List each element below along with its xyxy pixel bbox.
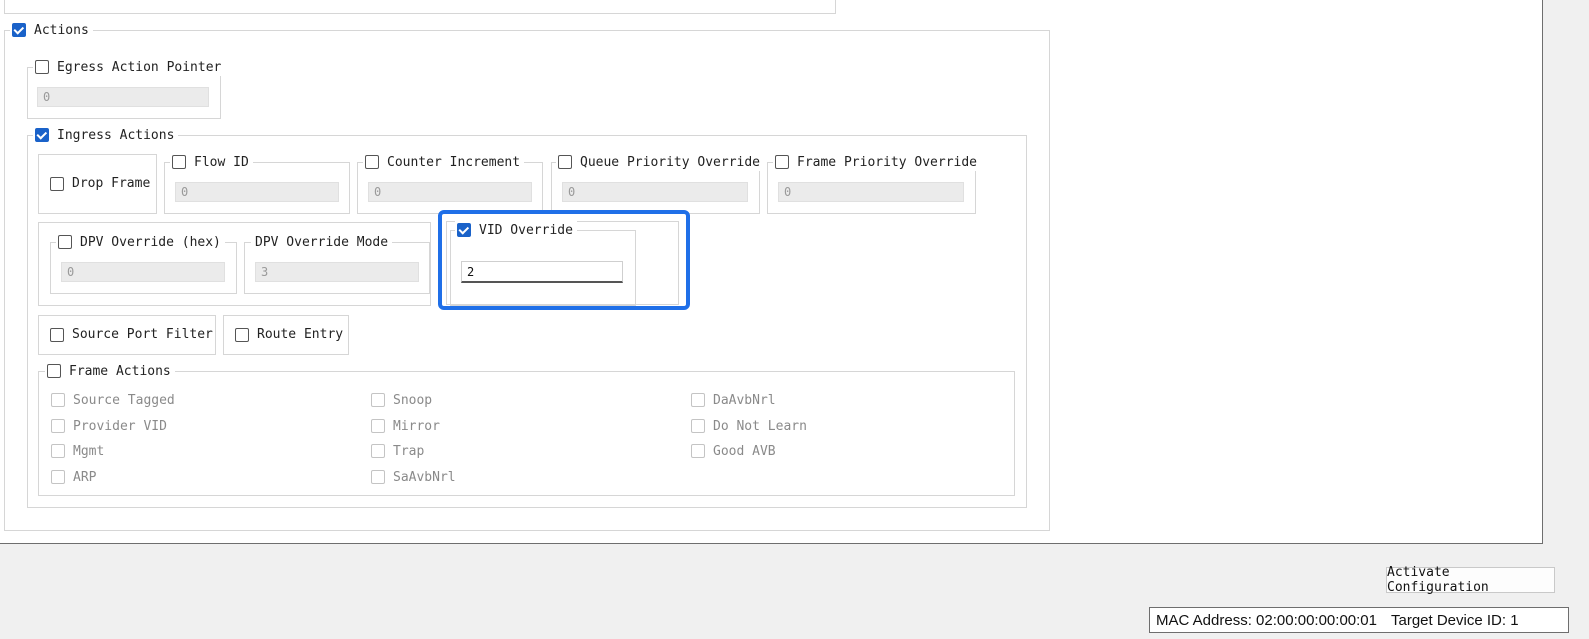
arp-checkbox[interactable] xyxy=(51,470,65,484)
counter-increment-input[interactable]: 0 xyxy=(368,182,532,202)
actions-label: Actions xyxy=(34,22,89,38)
queue-priority-input[interactable]: 0 xyxy=(562,182,748,202)
source-port-filter-label: Source Port Filter xyxy=(72,327,213,342)
frame-action-do-not-learn[interactable]: Do Not Learn xyxy=(691,417,807,435)
queue-priority-checkbox[interactable] xyxy=(558,155,572,169)
dpv-mode-input[interactable]: 3 xyxy=(255,262,419,282)
frame-actions-group xyxy=(38,371,1015,496)
queue-priority-header[interactable]: Queue Priority Override xyxy=(556,153,765,171)
frame-actions-header[interactable]: Frame Actions xyxy=(45,362,175,380)
frame-action-provider-vid[interactable]: Provider VID xyxy=(51,417,167,435)
frame-priority-checkbox[interactable] xyxy=(775,155,789,169)
frame-priority-label: Frame Priority Override xyxy=(797,154,978,170)
dpv-hex-label: DPV Override (hex) xyxy=(80,234,221,250)
egress-checkbox[interactable] xyxy=(35,60,49,74)
ingress-header[interactable]: Ingress Actions xyxy=(33,126,179,144)
mirror-label: Mirror xyxy=(393,418,440,434)
flow-id-header[interactable]: Flow ID xyxy=(170,153,253,171)
dpv-hex-input[interactable]: 0 xyxy=(61,262,225,282)
do-not-learn-checkbox[interactable] xyxy=(691,419,705,433)
saavbnrl-label: SaAvbNrl xyxy=(393,469,456,485)
drop-frame-checkbox[interactable] xyxy=(50,176,64,191)
snoop-checkbox[interactable] xyxy=(371,393,385,407)
mgmt-checkbox[interactable] xyxy=(51,444,65,458)
counter-increment-checkbox[interactable] xyxy=(365,155,379,169)
arp-label: ARP xyxy=(73,469,97,485)
actions-checkbox[interactable] xyxy=(12,23,26,37)
frame-actions-checkbox[interactable] xyxy=(47,364,61,378)
mgmt-label: Mgmt xyxy=(73,443,105,459)
daavbnrl-label: DaAvbNrl xyxy=(713,392,776,408)
egress-input[interactable]: 0 xyxy=(37,87,209,107)
dpv-hex-header[interactable]: DPV Override (hex) xyxy=(56,233,225,251)
source-port-filter-option[interactable]: Source Port Filter xyxy=(50,327,213,342)
frame-action-mgmt[interactable]: Mgmt xyxy=(51,442,104,460)
frame-action-arp[interactable]: ARP xyxy=(51,468,96,486)
route-entry-label: Route Entry xyxy=(257,327,344,342)
status-bar: MAC Address: 02:00:00:00:00:01 Target De… xyxy=(1149,607,1569,633)
target-device-status: Target Device ID: 1 xyxy=(1390,611,1519,629)
frame-action-source-tagged[interactable]: Source Tagged xyxy=(51,391,175,409)
route-entry-option[interactable]: Route Entry xyxy=(235,327,343,342)
egress-header[interactable]: Egress Action Pointer xyxy=(33,58,226,76)
frame-actions-label: Frame Actions xyxy=(69,363,171,379)
ingress-label: Ingress Actions xyxy=(57,127,175,143)
source-port-filter-checkbox[interactable] xyxy=(50,327,64,342)
counter-increment-label: Counter Increment xyxy=(387,154,521,170)
frame-action-daavbnrl[interactable]: DaAvbNrl xyxy=(691,391,776,409)
frame-action-snoop[interactable]: Snoop xyxy=(371,391,432,409)
trap-checkbox[interactable] xyxy=(371,444,385,458)
flow-id-input[interactable]: 0 xyxy=(175,182,339,202)
actions-header[interactable]: Actions xyxy=(10,21,93,39)
drop-frame-option[interactable]: Drop Frame xyxy=(50,176,151,191)
dpv-hex-checkbox[interactable] xyxy=(58,235,72,249)
drop-frame-label: Drop Frame xyxy=(72,176,151,191)
frame-priority-header[interactable]: Frame Priority Override xyxy=(773,153,982,171)
counter-increment-header[interactable]: Counter Increment xyxy=(363,153,525,171)
frame-action-good-avb[interactable]: Good AVB xyxy=(691,442,776,460)
good-avb-checkbox[interactable] xyxy=(691,444,705,458)
vid-override-highlight xyxy=(438,210,690,310)
provider-vid-label: Provider VID xyxy=(73,418,167,434)
frame-action-saavbnrl[interactable]: SaAvbNrl xyxy=(371,468,456,486)
saavbnrl-checkbox[interactable] xyxy=(371,470,385,484)
dpv-mode-label: DPV Override Mode xyxy=(255,234,389,250)
daavbnrl-checkbox[interactable] xyxy=(691,393,705,407)
source-tagged-label: Source Tagged xyxy=(73,392,175,408)
dpv-mode-header: DPV Override Mode xyxy=(251,233,393,251)
queue-priority-label: Queue Priority Override xyxy=(580,154,761,170)
mac-address-status: MAC Address: 02:00:00:00:00:01 xyxy=(1156,611,1377,629)
ingress-checkbox[interactable] xyxy=(35,128,49,142)
flow-id-label: Flow ID xyxy=(194,154,249,170)
trap-label: Trap xyxy=(393,443,425,459)
mirror-checkbox[interactable] xyxy=(371,419,385,433)
egress-label: Egress Action Pointer xyxy=(57,59,222,75)
do-not-learn-label: Do Not Learn xyxy=(713,418,807,434)
activate-configuration-button[interactable]: Activate Configuration xyxy=(1386,565,1555,595)
frame-action-trap[interactable]: Trap xyxy=(371,442,424,460)
route-entry-checkbox[interactable] xyxy=(235,327,249,342)
provider-vid-checkbox[interactable] xyxy=(51,419,65,433)
snoop-label: Snoop xyxy=(393,392,433,408)
frame-priority-input[interactable]: 0 xyxy=(778,182,964,202)
config-panel: Actions Egress Action Pointer 0 Ingress … xyxy=(0,0,1543,544)
flow-id-checkbox[interactable] xyxy=(172,155,186,169)
frame-action-mirror[interactable]: Mirror xyxy=(371,417,440,435)
good-avb-label: Good AVB xyxy=(713,443,776,459)
previous-group-box xyxy=(4,0,836,14)
source-tagged-checkbox[interactable] xyxy=(51,393,65,407)
